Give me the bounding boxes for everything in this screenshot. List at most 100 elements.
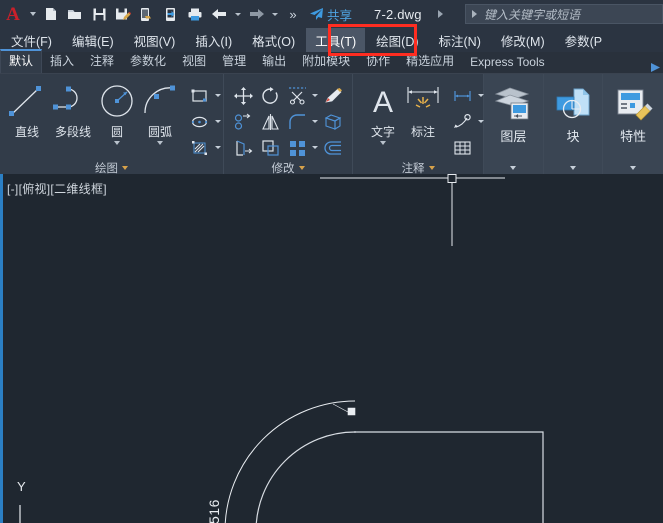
endpoint-top xyxy=(354,431,356,433)
print-icon[interactable] xyxy=(183,0,207,28)
menu-item-modify[interactable]: 修改(M) xyxy=(492,28,554,53)
open-from-cloud-icon[interactable] xyxy=(159,0,183,28)
ucs-y-axis-label: Y xyxy=(17,479,26,494)
undo-icon[interactable] xyxy=(207,0,231,28)
ellipse-dropdown-icon[interactable] xyxy=(213,120,222,123)
redo-icon[interactable] xyxy=(244,0,268,28)
ribbon-tab-manage[interactable]: 管理 xyxy=(214,49,254,73)
line-icon xyxy=(9,86,41,116)
ribbon-panel-layers[interactable]: 图层 xyxy=(484,74,544,174)
highlight-annotation-box xyxy=(328,24,417,56)
array-3d-icon[interactable] xyxy=(320,109,347,134)
autocad-logo-icon[interactable]: A xyxy=(0,5,26,24)
array-dropdown-icon[interactable] xyxy=(311,146,320,149)
mirror-icon[interactable] xyxy=(257,109,284,134)
more-commands-icon[interactable]: » xyxy=(281,0,305,28)
annotation-dimension-button[interactable]: 标注 xyxy=(401,79,445,140)
properties-panel-expand-icon[interactable] xyxy=(630,166,637,170)
linear-dimension-icon[interactable] xyxy=(449,83,476,108)
copy-icon[interactable] xyxy=(230,109,257,134)
table-icon[interactable] xyxy=(449,135,476,160)
ribbon-tab-insert[interactable]: 插入 xyxy=(42,49,82,73)
draw-line-label: 直线 xyxy=(14,125,39,139)
autocad-window: A » 共享 7-2.dwg 键入关键字或短语 文件(F) 编辑(E) 视图(V… xyxy=(0,0,663,523)
layers-panel-expand-icon[interactable] xyxy=(510,166,517,170)
ribbon-panel-block[interactable]: 块 xyxy=(543,74,604,174)
layers-icon xyxy=(492,84,534,124)
ribbon-tab-annotate[interactable]: 注释 xyxy=(82,49,122,73)
ribbon-panel-properties[interactable]: 特性 xyxy=(603,74,663,174)
annotation-text-button[interactable]: A 文字 xyxy=(365,79,401,145)
redo-dropdown-icon[interactable] xyxy=(268,12,281,16)
ribbon-tab-parametric[interactable]: 参数化 xyxy=(122,49,174,73)
ribbon-overflow-icon[interactable] xyxy=(650,62,663,73)
rotate-icon[interactable] xyxy=(257,83,284,108)
annotation-dimension-label: 标注 xyxy=(411,125,436,139)
document-title: 7-2.dwg xyxy=(374,6,422,22)
move-icon[interactable] xyxy=(230,83,257,108)
logo-dropdown-icon[interactable] xyxy=(26,12,39,16)
open-file-icon[interactable] xyxy=(63,0,87,28)
dimension-value[interactable]: 516 xyxy=(206,499,222,523)
search-expand-icon[interactable] xyxy=(472,10,477,18)
draw-arc-dropdown-icon[interactable] xyxy=(157,141,163,145)
annotation-text-dropdown-icon[interactable] xyxy=(380,141,387,145)
save-to-cloud-icon[interactable] xyxy=(135,0,159,28)
share-label: 共享 xyxy=(327,8,353,23)
draw-arc-label: 圆弧 xyxy=(147,125,172,139)
properties-icon xyxy=(612,84,654,124)
leader-icon[interactable] xyxy=(449,109,476,134)
document-menu-icon[interactable] xyxy=(437,10,443,18)
save-as-icon[interactable] xyxy=(111,0,135,28)
scale-icon[interactable] xyxy=(257,135,284,160)
ribbon-tab-home[interactable]: 默认 xyxy=(0,49,43,73)
new-file-icon[interactable] xyxy=(39,0,63,28)
fillet-icon[interactable] xyxy=(284,109,311,134)
rectangle-icon[interactable] xyxy=(186,83,213,108)
draw-arc-button[interactable]: 圆弧 xyxy=(138,79,182,145)
annotation-panel-expand-icon[interactable] xyxy=(428,166,435,170)
ribbon-tab-view[interactable]: 视图 xyxy=(174,49,214,73)
circle-icon xyxy=(101,85,133,117)
block-panel-expand-icon[interactable] xyxy=(570,166,577,170)
erase-icon[interactable] xyxy=(320,83,347,108)
offset-icon[interactable] xyxy=(320,135,347,160)
svg-text:A: A xyxy=(373,86,393,119)
dimension-arrowheads xyxy=(332,403,356,416)
rectangle-dropdown-icon[interactable] xyxy=(213,94,222,97)
ribbon-panel-modify: 修改 xyxy=(224,74,354,175)
ribbon-panel-draw: 直线 多段线 圆 圆弧 绘图 xyxy=(0,74,224,175)
trim-icon[interactable] xyxy=(284,83,311,108)
array-icon[interactable] xyxy=(284,135,311,160)
draw-panel-expand-icon[interactable] xyxy=(122,166,128,170)
crosshair-cursor xyxy=(320,174,505,246)
block-icon xyxy=(552,84,594,124)
draw-small-buttons xyxy=(186,79,222,160)
hatch-dropdown-icon[interactable] xyxy=(213,146,222,149)
draw-polyline-button[interactable]: 多段线 xyxy=(50,79,96,140)
draw-circle-button[interactable]: 圆 xyxy=(96,79,138,145)
menu-item-parametric[interactable]: 参数(P xyxy=(556,28,612,53)
undo-dropdown-icon[interactable] xyxy=(231,12,244,16)
draw-polyline-label: 多段线 xyxy=(54,125,91,139)
modify-buttons xyxy=(230,79,347,160)
draw-circle-dropdown-icon[interactable] xyxy=(114,141,120,145)
search-box[interactable]: 键入关键字或短语 xyxy=(465,4,663,24)
drawing-canvas[interactable]: [-][俯视][二维线框] 516 Y xyxy=(0,174,663,523)
save-icon[interactable] xyxy=(87,0,111,28)
draw-line-button[interactable]: 直线 xyxy=(4,79,50,140)
draw-circle-label: 圆 xyxy=(110,125,123,139)
ribbon-tab-express-tools[interactable]: Express Tools xyxy=(462,52,552,73)
ellipse-icon[interactable] xyxy=(186,109,213,134)
send-icon xyxy=(310,8,323,20)
stretch-icon[interactable] xyxy=(230,135,257,160)
block-label: 块 xyxy=(566,129,580,144)
search-placeholder: 键入关键字或短语 xyxy=(484,7,581,22)
ribbon-tab-output[interactable]: 输出 xyxy=(254,49,294,73)
share-button[interactable]: 共享 xyxy=(309,5,352,24)
hatch-icon[interactable] xyxy=(186,135,213,160)
text-icon: A xyxy=(373,86,393,119)
modify-panel-expand-icon[interactable] xyxy=(298,166,305,170)
fillet-dropdown-icon[interactable] xyxy=(311,120,320,123)
trim-dropdown-icon[interactable] xyxy=(311,94,320,97)
